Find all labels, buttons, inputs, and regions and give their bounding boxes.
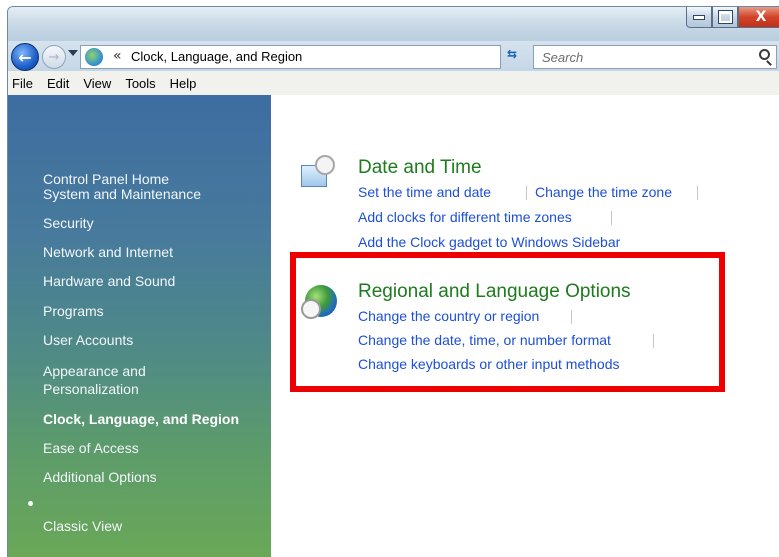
link-separator xyxy=(697,186,698,200)
search-placeholder: Search xyxy=(542,50,584,65)
back-arrow-icon: ← xyxy=(18,47,32,67)
breadcrumb-overflow[interactable]: « xyxy=(113,48,122,64)
sidebar-item-security[interactable]: Security xyxy=(43,215,94,231)
sidebar-item-hardware-and-sound[interactable]: Hardware and Sound xyxy=(43,273,175,289)
date-and-time-title[interactable]: Date and Time xyxy=(358,157,482,179)
address-field[interactable]: « Clock, Language, and Region ▼ xyxy=(80,45,567,69)
control-panel-icon xyxy=(85,48,103,66)
search-input[interactable]: Search xyxy=(533,45,777,69)
sidebar-item-personalization[interactable]: Personalization xyxy=(43,381,139,397)
sidebar-item-user-accounts[interactable]: User Accounts xyxy=(43,332,133,348)
red-highlight-box xyxy=(290,252,725,392)
title-bar: X xyxy=(8,7,779,41)
search-icon[interactable] xyxy=(759,49,770,60)
menu-file[interactable]: File xyxy=(8,76,40,91)
close-button[interactable]: X xyxy=(738,7,779,28)
sidebar-control-panel-home[interactable]: Control Panel Home xyxy=(43,171,169,187)
sidebar-item-clock-language-region[interactable]: Clock, Language, and Region xyxy=(43,411,239,427)
sidebar-item-appearance[interactable]: Appearance and xyxy=(43,363,146,379)
back-button[interactable]: ← xyxy=(11,43,39,71)
clock-icon xyxy=(315,155,335,175)
menu-bar: File Edit View Tools Help xyxy=(8,71,779,96)
maximize-button[interactable] xyxy=(712,7,738,28)
address-bar: ← → « Clock, Language, and Region ▼ ⇆ Se… xyxy=(8,41,779,71)
current-category-bullet-icon xyxy=(28,501,33,506)
minimize-button[interactable] xyxy=(686,7,712,28)
task-sidebar: Control Panel Home System and Maintenanc… xyxy=(8,95,271,557)
link-separator xyxy=(611,211,612,225)
forward-arrow-icon: → xyxy=(48,49,60,65)
forward-button[interactable]: → xyxy=(42,45,66,69)
sidebar-item-ease-of-access[interactable]: Ease of Access xyxy=(43,440,139,456)
date-and-time-icon[interactable] xyxy=(301,155,335,187)
set-time-and-date-link[interactable]: Set the time and date xyxy=(358,184,491,200)
change-time-zone-link[interactable]: Change the time zone xyxy=(535,184,672,200)
sidebar-item-network-and-internet[interactable]: Network and Internet xyxy=(43,244,173,260)
minimize-icon xyxy=(693,14,705,20)
sidebar-item-additional-options[interactable]: Additional Options xyxy=(43,469,157,485)
add-clock-gadget-link[interactable]: Add the Clock gadget to Windows Sidebar xyxy=(358,234,620,250)
sidebar-item-programs[interactable]: Programs xyxy=(43,303,104,319)
maximize-icon xyxy=(717,10,733,24)
add-clocks-link[interactable]: Add clocks for different time zones xyxy=(358,209,572,225)
sidebar-item-system-and-maintenance[interactable]: System and Maintenance xyxy=(43,186,201,202)
menu-edit[interactable]: Edit xyxy=(40,76,76,91)
refresh-icon[interactable]: ⇆ xyxy=(507,47,525,65)
recent-pages-dropdown-icon[interactable] xyxy=(68,50,78,56)
sidebar-classic-view[interactable]: Classic View xyxy=(43,518,122,534)
menu-help[interactable]: Help xyxy=(163,76,204,91)
breadcrumb-location[interactable]: Clock, Language, and Region xyxy=(131,49,302,64)
link-separator xyxy=(526,186,527,200)
close-icon: X xyxy=(755,9,767,25)
menu-view[interactable]: View xyxy=(76,76,118,91)
caption-buttons: X xyxy=(686,7,779,29)
menu-tools[interactable]: Tools xyxy=(118,76,162,91)
